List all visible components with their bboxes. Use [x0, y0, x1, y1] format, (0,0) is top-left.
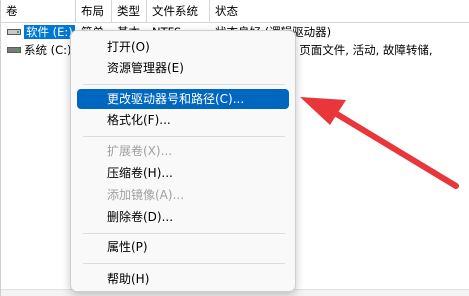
arrow-shaft: [327, 107, 459, 189]
red-arrow-annotation: [300, 97, 459, 189]
arrow-head: [300, 97, 346, 125]
